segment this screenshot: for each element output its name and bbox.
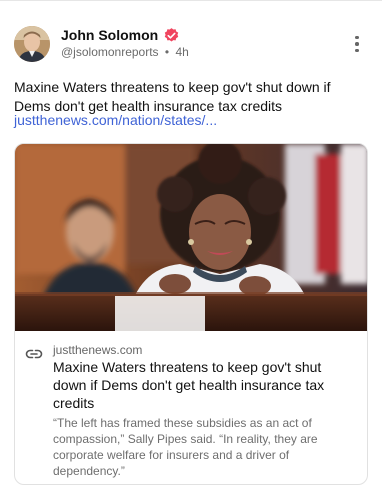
kebab-dot — [355, 42, 359, 46]
author-avatar[interactable] — [14, 26, 50, 62]
card-domain: justthenews.com — [53, 343, 143, 357]
post-text: Maxine Waters threatens to keep gov't sh… — [14, 79, 331, 114]
verified-badge-icon — [163, 27, 180, 44]
post-link[interactable]: justthenews.com/nation/states/... — [14, 111, 217, 129]
link-preview-image — [15, 144, 367, 331]
avatar-photo — [14, 26, 50, 62]
more-vertical-icon[interactable] — [347, 34, 367, 54]
kebab-dot — [355, 48, 359, 53]
link-preview-body: justthenews.com Maxine Waters threatens … — [15, 331, 367, 484]
link-preview-card[interactable]: justthenews.com Maxine Waters threatens … — [14, 143, 368, 485]
post-meta: @jsolomonreports • 4h — [61, 45, 189, 60]
author-name-row: John Solomon — [61, 26, 180, 44]
kebab-dot — [355, 35, 359, 40]
link-icon — [25, 347, 43, 359]
card-title[interactable]: Maxine Waters threatens to keep gov't sh… — [53, 358, 353, 412]
author-name[interactable]: John Solomon — [61, 26, 158, 44]
meta-separator: • — [164, 45, 170, 59]
card-description: “The left has framed these subsidies as … — [53, 416, 318, 478]
author-handle[interactable]: @jsolomonreports — [61, 45, 159, 59]
post-header: John Solomon @jsolomonreports • 4h — [0, 0, 382, 72]
post-timestamp[interactable]: 4h — [175, 45, 188, 59]
